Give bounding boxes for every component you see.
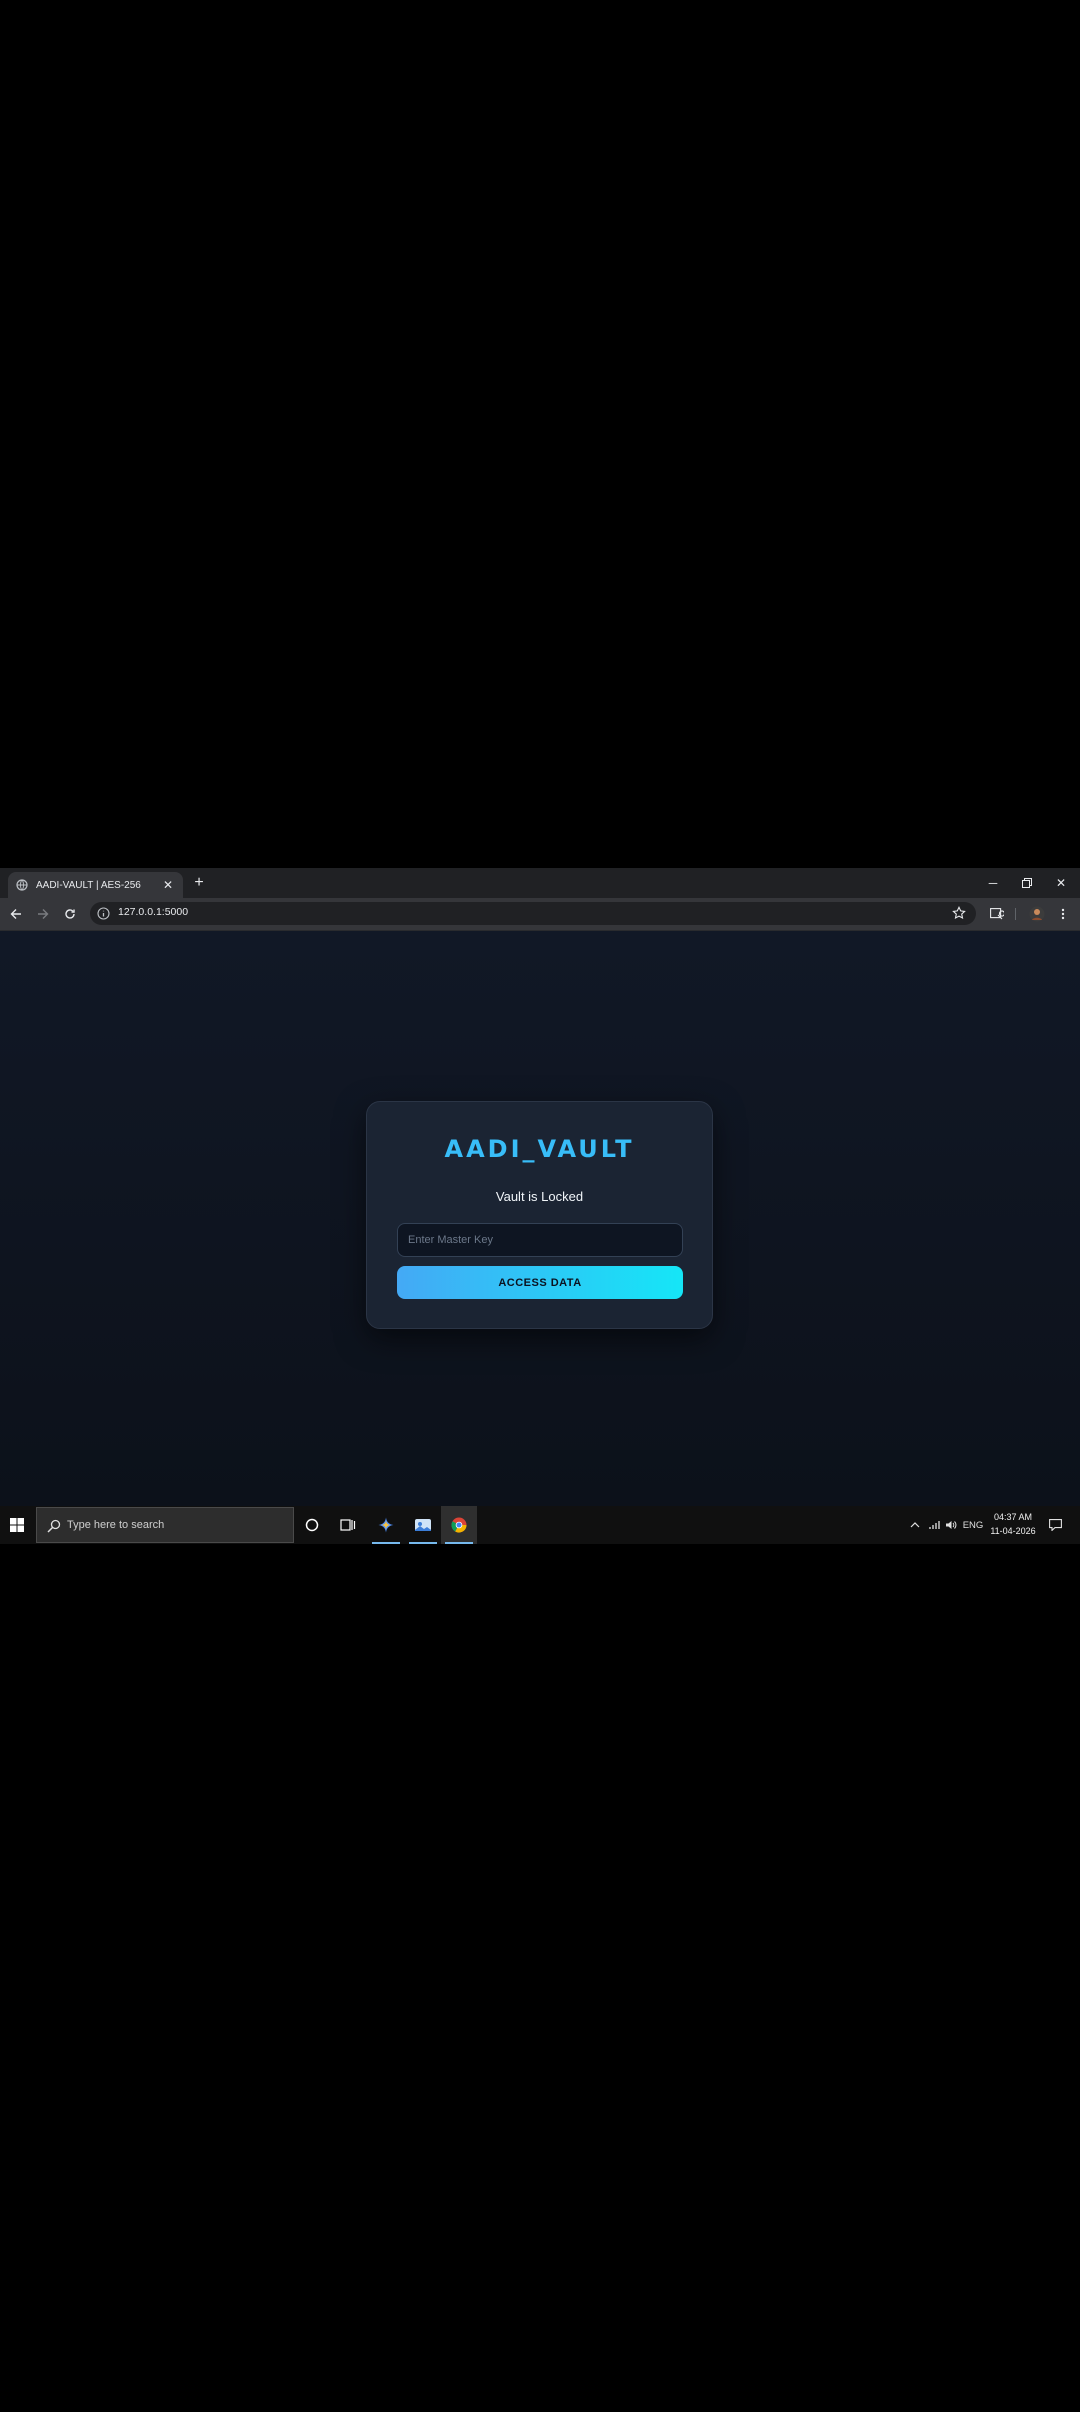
page-title: AADI_VAULT [444,1135,635,1163]
new-tab-button[interactable]: + [190,874,208,892]
sparkle-app-icon[interactable] [368,1506,404,1544]
close-window-icon[interactable]: ✕ [1052,874,1070,892]
search-icon [47,1519,61,1533]
desktop-screen: AADI-VAULT | AES-256 ✕ + ─ ✕ 127.0.0.1:5… [0,868,1080,1544]
restore-icon[interactable] [1018,874,1036,892]
task-view-icon[interactable] [330,1506,366,1544]
chevron-up-icon[interactable] [907,1506,923,1544]
network-icon[interactable] [926,1506,942,1544]
windows-start-icon[interactable] [0,1506,34,1544]
master-key-input[interactable] [397,1223,683,1257]
taskbar-search-box[interactable]: Type here to search [36,1507,294,1543]
globe-icon [16,879,28,891]
browser-tab-strip: AADI-VAULT | AES-256 ✕ + ─ ✕ [0,868,1080,898]
chrome-icon[interactable] [441,1506,477,1544]
reload-icon[interactable] [61,905,79,923]
clock-time: 04:37 AM [993,1512,1033,1522]
site-info-icon[interactable] [97,907,110,920]
language-indicator[interactable]: ENG [961,1506,985,1544]
address-bar[interactable]: 127.0.0.1:5000 [90,902,976,925]
login-card: AADI_VAULT Vault is Locked ACCESS DATA [366,1101,713,1329]
back-icon[interactable] [7,905,25,923]
more-menu-icon[interactable] [1054,905,1072,923]
browser-toolbar: 127.0.0.1:5000 [0,898,1080,931]
close-icon[interactable]: ✕ [161,878,175,892]
minimize-icon[interactable]: ─ [984,874,1002,892]
cortana-icon[interactable] [294,1506,330,1544]
clock-date: 11-04-2026 [990,1526,1036,1536]
vault-status-text: Vault is Locked [495,1189,584,1204]
windows-taskbar: Type here to search ENG 04:37 AM 11-04-2… [0,1506,1080,1544]
bookmark-star-icon[interactable] [952,906,966,920]
page-viewport: AADI_VAULT Vault is Locked ACCESS DATA [0,931,1080,1506]
volume-icon[interactable] [943,1506,959,1544]
url-text: 127.0.0.1:5000 [118,906,189,918]
photos-app-icon[interactable] [405,1506,441,1544]
browser-tab[interactable]: AADI-VAULT | AES-256 ✕ [8,872,183,898]
tab-title: AADI-VAULT | AES-256 [36,879,141,891]
toolbar-divider [1015,908,1016,920]
search-placeholder: Type here to search [67,1519,165,1531]
reading-mode-icon[interactable] [988,905,1006,923]
access-data-button[interactable]: ACCESS DATA [397,1266,683,1299]
forward-icon[interactable] [34,905,52,923]
taskbar-clock[interactable]: 04:37 AM 11-04-2026 [985,1510,1041,1538]
avatar[interactable] [1028,905,1046,923]
notification-icon[interactable] [1046,1506,1064,1544]
